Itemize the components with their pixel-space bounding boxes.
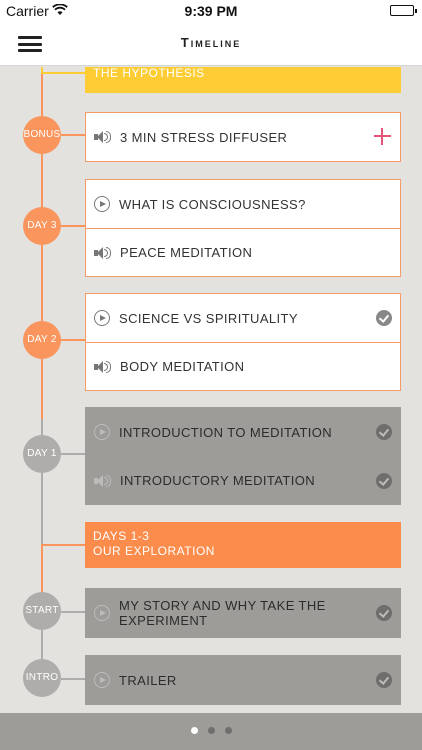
item-label: PEACE MEDITATION xyxy=(120,245,253,260)
list-item[interactable]: MY STORY AND WHY TAKE THE EXPERIMENT xyxy=(86,589,400,637)
speaker-icon xyxy=(94,129,111,145)
list-item[interactable]: SCIENCE VS SPIRITUALITY xyxy=(86,294,400,342)
item-label-line: MY STORY AND WHY TAKE THE xyxy=(119,598,326,613)
item-label: SCIENCE VS SPIRITUALITY xyxy=(119,310,298,326)
timeline-connector xyxy=(61,225,85,227)
banner-subtitle: OUR EXPLORATION xyxy=(93,544,215,558)
item-label: 3 MIN STRESS DIFFUSER xyxy=(120,129,288,145)
play-icon xyxy=(94,196,110,212)
card-bonus: 3 MIN STRESS DIFFUSER xyxy=(85,112,401,162)
checkmark-icon xyxy=(376,605,392,621)
list-item[interactable]: 3 MIN STRESS DIFFUSER xyxy=(86,113,400,161)
card-start: MY STORY AND WHY TAKE THE EXPERIMENT xyxy=(85,588,401,638)
timeline-node-intro: INTRO xyxy=(23,659,61,697)
play-icon xyxy=(94,424,110,440)
timeline-connector xyxy=(61,134,85,136)
timeline-connector xyxy=(61,678,85,680)
page-dot-2[interactable] xyxy=(207,727,215,734)
timeline-connector xyxy=(61,453,85,455)
battery-icon xyxy=(390,5,417,16)
plus-icon[interactable] xyxy=(374,128,391,145)
timeline-connector xyxy=(61,339,85,341)
timeline-node-day-2: DAY 2 xyxy=(23,321,61,359)
timeline-connector xyxy=(41,544,85,546)
checkmark-icon xyxy=(376,473,392,489)
list-item[interactable]: BODY MEDITATION xyxy=(86,342,400,390)
navigation-bar: Timeline xyxy=(0,22,422,66)
item-label: BODY MEDITATION xyxy=(120,359,245,374)
checkmark-icon xyxy=(376,672,392,688)
timeline-node-day-3: DAY 3 xyxy=(23,207,61,245)
section-banner-days-1-3[interactable]: DAYS 1-3 OUR EXPLORATION xyxy=(85,522,401,568)
play-icon xyxy=(94,672,110,688)
bottom-bar xyxy=(0,713,422,750)
timeline-connector xyxy=(61,611,85,613)
section-banner-hypothesis[interactable]: THE HYPOTHESIS xyxy=(85,67,401,93)
timeline-node-bonus: BONUS xyxy=(23,116,61,154)
card-day-2: SCIENCE VS SPIRITUALITY BODY MEDITATION xyxy=(85,293,401,391)
list-item[interactable]: WHAT IS CONSCIOUSNESS? xyxy=(86,180,400,228)
item-label-line: EXPERIMENT xyxy=(119,613,208,628)
status-bar: Carrier 9:39 PM xyxy=(0,0,422,22)
card-intro: TRAILER xyxy=(85,655,401,705)
play-icon xyxy=(94,310,110,326)
speaker-icon xyxy=(94,473,111,489)
list-item[interactable]: TRAILER xyxy=(86,656,400,704)
list-item[interactable]: PEACE MEDITATION xyxy=(86,228,400,276)
timeline-connector xyxy=(41,72,85,74)
page-indicator[interactable] xyxy=(0,727,422,734)
item-label: INTRODUCTION TO MEDITATION xyxy=(119,424,333,440)
play-icon xyxy=(94,605,110,621)
page-title: Timeline xyxy=(180,35,242,50)
checkmark-icon xyxy=(376,310,392,326)
item-label: INTRODUCTORY MEDITATION xyxy=(120,473,316,488)
timeline-node-day-1: DAY 1 xyxy=(23,435,61,473)
checkmark-icon xyxy=(376,424,392,440)
item-label: WHAT IS CONSCIOUSNESS? xyxy=(119,196,306,212)
timeline[interactable]: THE HYPOTHESIS BONUS 3 MIN STRESS DIFFUS… xyxy=(0,67,422,713)
card-day-1: INTRODUCTION TO MEDITATION INTRODUCTORY … xyxy=(85,407,401,505)
banner-title: DAYS 1-3 xyxy=(93,529,150,543)
card-day-3: WHAT IS CONSCIOUSNESS? PEACE MEDITATION xyxy=(85,179,401,277)
list-item[interactable]: INTRODUCTION TO MEDITATION xyxy=(86,408,400,456)
speaker-icon xyxy=(94,359,111,375)
clock: 9:39 PM xyxy=(184,3,238,19)
list-item[interactable]: INTRODUCTORY MEDITATION xyxy=(86,456,400,504)
timeline-node-start: START xyxy=(23,592,61,630)
banner-subtitle: THE HYPOTHESIS xyxy=(93,67,205,80)
speaker-icon xyxy=(94,245,111,261)
item-label: MY STORY AND WHY TAKE THE EXPERIMENT xyxy=(119,598,326,628)
item-label: TRAILER xyxy=(119,672,177,688)
page-dot-1[interactable] xyxy=(190,727,198,734)
page-dot-3[interactable] xyxy=(224,727,232,734)
